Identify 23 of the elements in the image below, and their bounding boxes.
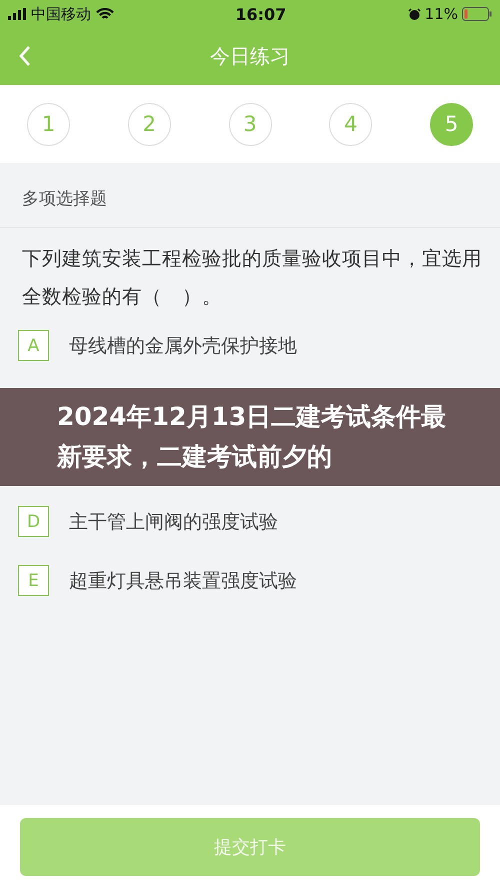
question-text: 下列建筑安装工程检验批的质量验收项目中，宜选用全数检验的有（ ）。 bbox=[21, 246, 483, 310]
question-number[interactable]: 2 bbox=[128, 102, 171, 146]
question-number[interactable]: 4 bbox=[329, 102, 372, 146]
alarm-icon bbox=[408, 8, 421, 20]
option-letter[interactable]: E bbox=[18, 565, 49, 596]
question-number[interactable]: 5 bbox=[430, 102, 473, 146]
question-number[interactable]: 1 bbox=[27, 102, 70, 146]
option-letter[interactable]: D bbox=[18, 506, 49, 537]
signal-icon bbox=[8, 8, 26, 20]
clock-time: 16:07 bbox=[235, 4, 286, 24]
battery-percent: 11% bbox=[424, 5, 458, 23]
option-text[interactable]: 主干管上闸阀的强度试验 bbox=[69, 508, 278, 534]
option-text[interactable]: 超重灯具悬吊装置强度试验 bbox=[69, 568, 297, 594]
option-letter[interactable]: A bbox=[18, 330, 49, 361]
headline-text: 2024年12月13日二建考试条件最新要求，二建考试前夕的 bbox=[57, 401, 448, 473]
question-number[interactable]: 3 bbox=[228, 102, 272, 146]
question-type: 多项选择题 bbox=[21, 188, 108, 211]
battery-icon bbox=[462, 7, 492, 21]
option-text[interactable]: 母线槽的金属外壳保护接地 bbox=[69, 332, 297, 358]
back-icon[interactable] bbox=[18, 45, 32, 67]
wifi-icon bbox=[96, 8, 114, 20]
page-title: 今日练习 bbox=[210, 43, 290, 70]
carrier-name: 中国移动 bbox=[31, 4, 91, 24]
